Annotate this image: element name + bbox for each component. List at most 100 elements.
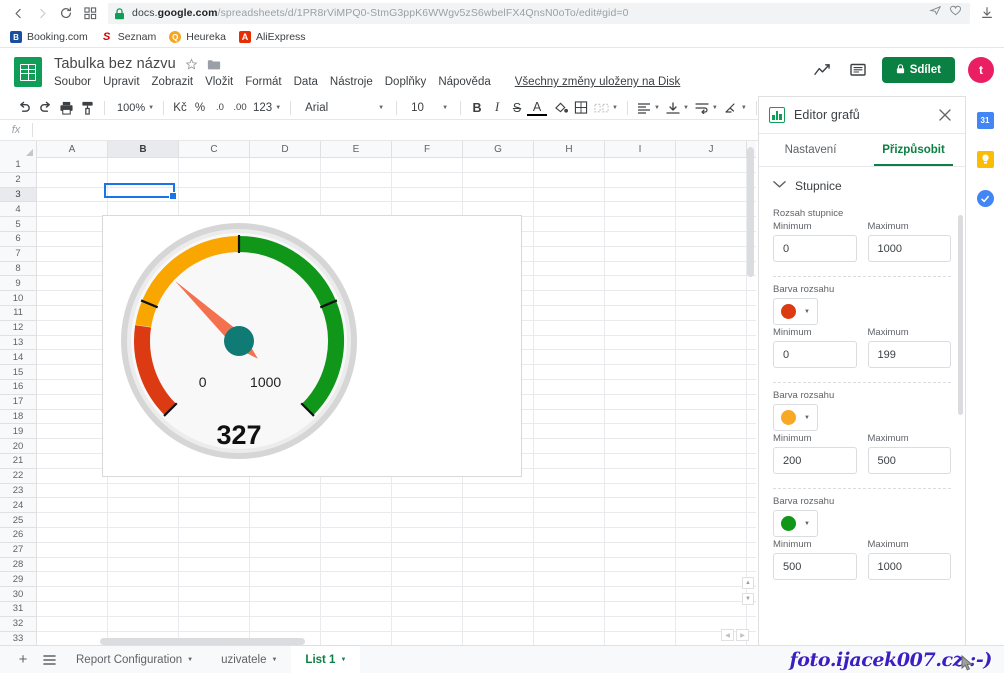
grid-cell-A19[interactable]: [37, 424, 108, 440]
grid-cell-E33[interactable]: [321, 631, 392, 645]
grid-cell-J29[interactable]: [676, 572, 747, 588]
grid-cell-G25[interactable]: [463, 513, 534, 528]
grid-row[interactable]: 26: [0, 527, 756, 543]
grid-cell-F33[interactable]: [392, 631, 463, 645]
range-color-picker-3[interactable]: ▼: [773, 510, 818, 537]
row-header-17[interactable]: 17: [0, 394, 37, 410]
grid-cell-C23[interactable]: [179, 483, 250, 499]
grid-cell-F26[interactable]: [392, 527, 463, 543]
menu-upravit[interactable]: Upravit: [103, 76, 139, 88]
grid-cell-A20[interactable]: [37, 439, 108, 454]
row-header-19[interactable]: 19: [0, 424, 37, 440]
grid-cell-D2[interactable]: [250, 172, 321, 188]
grid-cell-A17[interactable]: [37, 394, 108, 410]
google-calendar-icon[interactable]: 31: [976, 112, 994, 129]
grid-cell-J15[interactable]: [676, 365, 747, 380]
grid-cell-I11[interactable]: [605, 305, 676, 321]
grid-cell-G31[interactable]: [463, 601, 534, 617]
merge-cells-icon[interactable]: ▼: [591, 98, 621, 118]
grid-cell-A2[interactable]: [37, 172, 108, 188]
paint-format-icon[interactable]: [77, 98, 98, 118]
grid-cell-E28[interactable]: [321, 557, 392, 573]
grid-cell-E30[interactable]: [321, 587, 392, 602]
print-icon[interactable]: [56, 98, 77, 118]
grid-cell-H9[interactable]: [534, 276, 605, 292]
grid-cell-I19[interactable]: [605, 424, 676, 440]
scale-minimum-input[interactable]: 0: [773, 235, 857, 262]
grid-cell-F23[interactable]: [392, 483, 463, 499]
grid-cell-H19[interactable]: [534, 424, 605, 440]
grid-cell-D26[interactable]: [250, 527, 321, 543]
grid-cell-G27[interactable]: [463, 542, 534, 558]
column-header-g[interactable]: G: [463, 141, 534, 157]
grid-cell-I8[interactable]: [605, 261, 676, 277]
sheet-tab-report-configuration[interactable]: Report Configuration ▼: [62, 646, 207, 673]
grid-cell-A29[interactable]: [37, 572, 108, 588]
grid-cell-H29[interactable]: [534, 572, 605, 588]
menu-vlozit[interactable]: Vložit: [205, 76, 233, 88]
grid-cell-I26[interactable]: [605, 527, 676, 543]
grid-row[interactable]: 25: [0, 513, 756, 528]
grid-cell-J5[interactable]: [676, 217, 747, 232]
grid-cell-J4[interactable]: [676, 202, 747, 218]
grid-cell-I17[interactable]: [605, 394, 676, 410]
comment-icon[interactable]: [847, 59, 869, 81]
grid-cell-B31[interactable]: [108, 601, 179, 617]
row-header-25[interactable]: 25: [0, 513, 37, 528]
document-title[interactable]: Tabulka bez názvu: [54, 56, 176, 72]
grid-cell-A31[interactable]: [37, 601, 108, 617]
bookmark-booking[interactable]: B Booking.com: [10, 31, 88, 43]
grid-cell-A25[interactable]: [37, 513, 108, 528]
grid-row[interactable]: 28: [0, 557, 756, 573]
grid-cell-J19[interactable]: [676, 424, 747, 440]
grid-cell-E29[interactable]: [321, 572, 392, 588]
grid-cell-G29[interactable]: [463, 572, 534, 588]
grid-cell-F32[interactable]: [392, 616, 463, 632]
grid-cell-H22[interactable]: [534, 468, 605, 484]
grid-cell-D29[interactable]: [250, 572, 321, 588]
grid-cell-A28[interactable]: [37, 557, 108, 573]
text-rotation-icon[interactable]: ▼: [721, 98, 750, 118]
grid-cell-E26[interactable]: [321, 527, 392, 543]
grid-cell-J20[interactable]: [676, 439, 747, 454]
google-tasks-icon[interactable]: [976, 190, 994, 207]
grid-cell-E24[interactable]: [321, 498, 392, 514]
download-icon[interactable]: [976, 2, 998, 24]
grid-cell-G28[interactable]: [463, 557, 534, 573]
close-icon[interactable]: [935, 105, 955, 125]
grid-row[interactable]: 23: [0, 483, 756, 499]
grid-cell-B26[interactable]: [108, 527, 179, 543]
grid-cell-J2[interactable]: [676, 172, 747, 188]
grid-cell-J3[interactable]: [676, 187, 747, 203]
grid-cell-A18[interactable]: [37, 409, 108, 425]
column-header-e[interactable]: E: [321, 141, 392, 157]
grid-cell-E3[interactable]: [321, 187, 392, 203]
grid-vertical-scrollbar[interactable]: [745, 141, 756, 645]
grid-cell-I33[interactable]: [605, 631, 676, 645]
grid-cell-I1[interactable]: [605, 158, 676, 173]
row-header-8[interactable]: 8: [0, 261, 37, 277]
grid-cell-G26[interactable]: [463, 527, 534, 543]
column-header-c[interactable]: C: [179, 141, 250, 157]
grid-cell-F29[interactable]: [392, 572, 463, 588]
bold-button[interactable]: B: [467, 98, 487, 118]
grid-cell-I18[interactable]: [605, 409, 676, 425]
share-button[interactable]: Sdílet: [881, 57, 955, 83]
grid-cell-H28[interactable]: [534, 557, 605, 573]
range-color-picker-2[interactable]: ▼: [773, 404, 818, 431]
column-header-b[interactable]: B: [108, 141, 179, 157]
row-header-4[interactable]: 4: [0, 202, 37, 218]
grid-cell-B29[interactable]: [108, 572, 179, 588]
row-header-27[interactable]: 27: [0, 542, 37, 558]
italic-button[interactable]: I: [487, 98, 507, 118]
menu-data[interactable]: Data: [294, 76, 318, 88]
percent-format-button[interactable]: %: [190, 98, 210, 118]
grid-cell-J13[interactable]: [676, 335, 747, 351]
grid-cell-I22[interactable]: [605, 468, 676, 484]
grid-cell-E31[interactable]: [321, 601, 392, 617]
row-header-11[interactable]: 11: [0, 305, 37, 321]
grid-cell-I24[interactable]: [605, 498, 676, 514]
grid-cell-A6[interactable]: [37, 231, 108, 247]
grid-cell-J30[interactable]: [676, 587, 747, 602]
fill-color-icon[interactable]: [551, 98, 571, 118]
